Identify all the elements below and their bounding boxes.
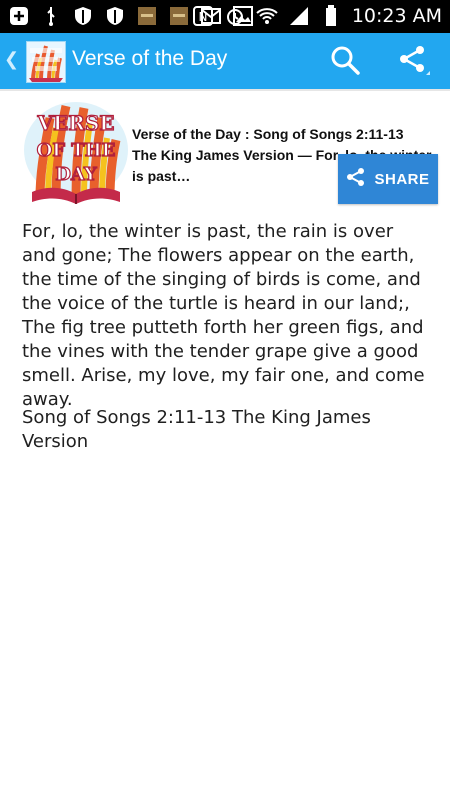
verse-reference: Song of Songs 2:11-13 The King James Ver… (22, 407, 371, 452)
bible-app-icon (136, 5, 158, 27)
shield-icon (72, 5, 94, 27)
image-word-of-the: OF THE (37, 140, 116, 161)
status-bar: N 10:23 AM (0, 0, 450, 33)
back-chevron-icon[interactable]: ❮ (4, 49, 19, 70)
share-pill-button[interactable]: SHARE (338, 154, 438, 204)
add-icon (8, 5, 30, 27)
app-logo[interactable] (26, 41, 66, 83)
svg-text:N: N (198, 10, 207, 24)
app-bar-divider (0, 89, 450, 91)
bible-app-icon (168, 5, 190, 27)
verse-text: For, lo, the winter is past, the rain is… (22, 221, 425, 410)
app-bar: ❮ Verse of the Day (0, 33, 450, 89)
share-pill-label: SHARE (374, 170, 430, 188)
image-word-day: DAY (55, 164, 98, 185)
usb-icon (40, 5, 62, 27)
clock: 10:23 AM (351, 5, 442, 27)
nfc-icon: N (192, 5, 214, 27)
share-icon (396, 46, 432, 83)
app-title: Verse of the Day (72, 47, 228, 70)
verse-of-the-day-image: VERSE OF THE DAY (22, 100, 130, 206)
search-button[interactable] (328, 43, 362, 77)
signal-icon (288, 5, 310, 27)
battery-icon (320, 5, 342, 27)
shield-icon (104, 5, 126, 27)
share-icon (346, 167, 366, 191)
alarm-icon (224, 5, 246, 27)
wifi-icon (256, 5, 278, 27)
share-button[interactable] (396, 43, 432, 79)
search-icon (328, 46, 362, 81)
image-word-verse: VERSE (36, 111, 114, 135)
